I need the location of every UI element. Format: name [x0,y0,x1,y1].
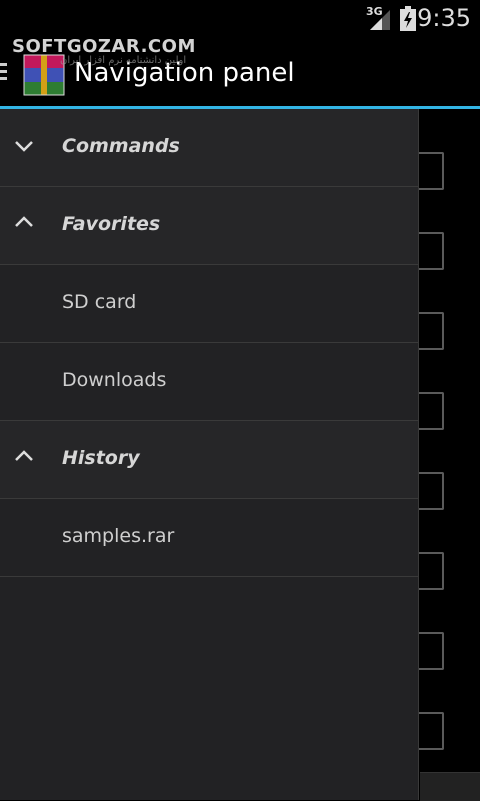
navigation-drawer: Commands Favorites SD card Downloads His… [0,109,419,800]
drawer-item-downloads[interactable]: Downloads [0,343,418,421]
watermark-subtext: اولین دانشنامه نرم افزار ایران [60,55,187,66]
battery-icon [400,6,416,31]
file-checkbox[interactable] [418,312,444,350]
signal-icon [370,10,390,30]
drawer-item-samples-rar[interactable]: samples.rar [0,499,418,577]
file-checkbox[interactable] [418,712,444,750]
clock: 9:35 [417,4,471,32]
file-checkbox[interactable] [418,472,444,510]
file-checkbox[interactable] [418,392,444,430]
chevron-up-icon [15,450,33,461]
section-header-commands[interactable]: Commands [0,109,418,187]
chevron-down-icon [15,141,33,152]
file-checkbox[interactable] [418,632,444,670]
drawer-item-label: SD card [62,291,137,313]
bottom-bar [420,772,480,801]
file-list-background [420,109,480,800]
drawer-toggle-icon[interactable] [0,63,8,83]
section-header-favorites[interactable]: Favorites [0,187,418,265]
drawer-item-label: samples.rar [62,525,175,547]
file-checkbox[interactable] [418,552,444,590]
watermark-logo: SOFTGOZAR.COM [12,36,196,57]
drawer-item-label: Downloads [62,369,167,391]
section-header-history[interactable]: History [0,421,418,499]
file-checkbox[interactable] [418,232,444,270]
section-label: Commands [62,135,180,157]
file-checkbox[interactable] [418,152,444,190]
drawer-item-sd-card[interactable]: SD card [0,265,418,343]
chevron-up-icon [15,216,33,227]
section-label: History [62,447,140,469]
section-label: Favorites [62,213,161,235]
status-bar: 3G 9:35 [0,0,480,38]
